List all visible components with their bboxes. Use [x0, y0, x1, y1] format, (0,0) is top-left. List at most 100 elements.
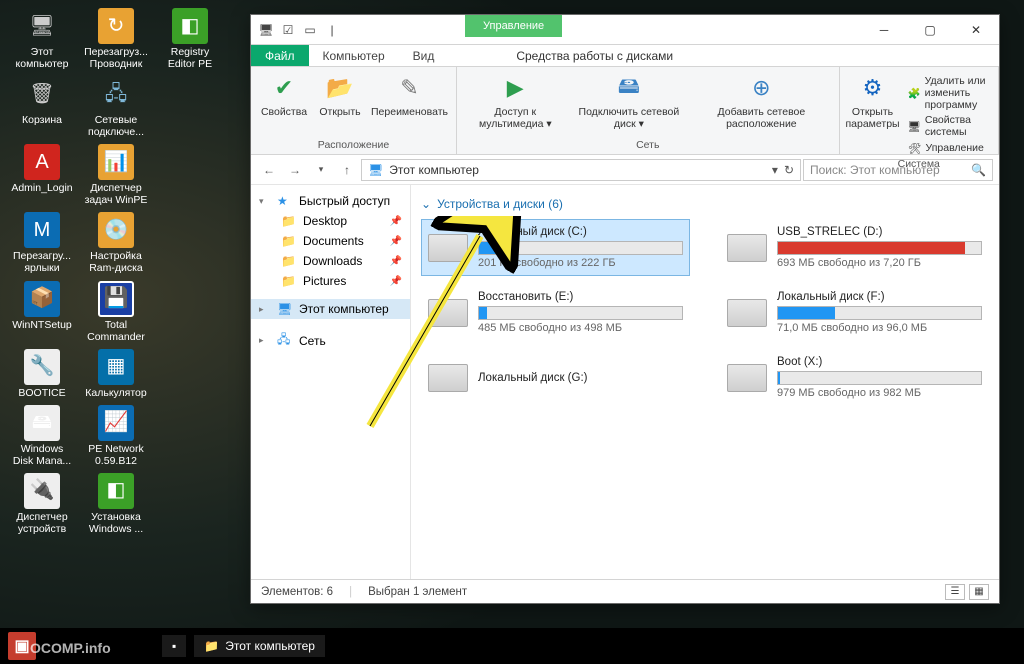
ribbon-map-drive[interactable]: 🖴Подключить сетевой диск ▾ [572, 71, 687, 137]
ribbon-sysprops[interactable]: 🖥Свойства системы [906, 113, 990, 139]
nav-quick-item[interactable]: 📁Documents📌 [251, 231, 410, 251]
nav-quick-item[interactable]: 📁Pictures📌 [251, 271, 410, 291]
pc-icon: 🖥 [368, 163, 383, 177]
section-header[interactable]: ⌄Устройства и диски (6) [421, 193, 989, 219]
drive-item[interactable]: Локальный диск (G:) [421, 349, 690, 406]
ribbon-manage[interactable]: 🛠Управление [906, 140, 990, 156]
item-label: Downloads [303, 254, 362, 268]
ribbon-properties[interactable]: ✔Свойства [259, 71, 309, 137]
drive-free: 201 ГБ свободно из 222 ГБ [478, 257, 683, 269]
folder-icon[interactable]: ▭ [301, 21, 319, 39]
chevron-down-icon[interactable]: ▾ [772, 163, 778, 177]
props-icon[interactable]: ☑ [279, 21, 297, 39]
refresh-icon[interactable]: ↻ [784, 163, 794, 177]
app-icon: 📦 [24, 281, 60, 317]
drive-item[interactable]: USB_STRELEC (D:)693 МБ свободно из 7,20 … [720, 219, 989, 276]
desktop-icon[interactable]: 💿Настройка Ram-диска [84, 212, 148, 274]
taskbar: ▣ OCOMP.info ▪ 📁Этот компьютер [0, 628, 1024, 664]
ribbon-settings[interactable]: ⚙Открыть параметры [848, 71, 898, 156]
app-icon: 📊 [98, 144, 134, 180]
icon-label: Этот компьютер [10, 46, 74, 70]
drive-item[interactable]: Восстановить (E:)485 МБ свободно из 498 … [421, 284, 690, 341]
nav-back[interactable]: ← [257, 158, 281, 182]
drive-free: 693 МБ свободно из 7,20 ГБ [777, 257, 982, 269]
desktop-icon[interactable]: 💾Total Commander [84, 281, 148, 343]
app-icon: 🖴 [24, 405, 60, 441]
item-label: Pictures [303, 274, 346, 288]
icon-label: Admin_Login [11, 182, 72, 194]
item-label: Documents [303, 234, 364, 248]
nav-quick-access[interactable]: ▾★Быстрый доступ [251, 191, 410, 211]
ribbon-rename[interactable]: ✎Переименовать [371, 71, 448, 137]
tab-view[interactable]: Вид [399, 45, 449, 66]
view-details[interactable]: ☰ [945, 584, 965, 600]
drive-item[interactable]: Boot (X:)979 МБ свободно из 982 МБ [720, 349, 989, 406]
desktop-icon[interactable]: 🔌Диспетчер устройств [10, 473, 74, 535]
ribbon: ✔Свойства 📂Открыть ✎Переименовать Распол… [251, 67, 999, 155]
search-box[interactable]: Поиск: Этот компьютер 🔍 [803, 159, 993, 181]
nav-pane: ▾★Быстрый доступ 📁Desktop📌📁Documents📌📁Do… [251, 185, 411, 579]
drive-item[interactable]: Локальный диск (F:)71,0 МБ свободно из 9… [720, 284, 989, 341]
desktop-icon[interactable]: ◧Установка Windows ... [84, 473, 148, 535]
desktop-icon[interactable]: 📈PE Network 0.59.B12 [84, 405, 148, 467]
path-box[interactable]: 🖥 Этот компьютер ▾ ↻ [361, 159, 801, 181]
tab-manage[interactable]: Управление [465, 15, 562, 37]
desktop-icon[interactable]: ↻Перезагруз... Проводник [84, 8, 148, 70]
drive-name: Локальный диск (G:) [478, 372, 683, 384]
desktop-icon[interactable]: 📊Диспетчер задач WinPE [84, 144, 148, 206]
item-label: Desktop [303, 214, 347, 228]
drive-icon [727, 234, 767, 262]
nav-network[interactable]: ▸🖧Сеть [251, 327, 410, 354]
nav-this-pc[interactable]: ▸🖥Этот компьютер [251, 299, 410, 319]
app-icon: ◧ [172, 8, 208, 44]
ribbon-media[interactable]: ▶Доступ к мультимедиа ▾ [465, 71, 566, 137]
desktop-icon[interactable]: 🖴Windows Disk Mana... [10, 405, 74, 467]
app-icon: 🔌 [24, 473, 60, 509]
qat-divider: | [323, 21, 341, 39]
desktop-icon[interactable]: 🔧BOOTICE [10, 349, 74, 399]
status-bar: Элементов: 6 | Выбран 1 элемент ☰ ▦ [251, 579, 999, 603]
drive-icon [727, 364, 767, 392]
ribbon-open[interactable]: 📂Открыть [315, 71, 365, 137]
start-button[interactable]: ▣ [8, 632, 36, 660]
taskbar-explorer[interactable]: 📁Этот компьютер [194, 635, 325, 657]
desktop-icon[interactable]: MПерезагру... ярлыки [10, 212, 74, 274]
desktop-icon[interactable]: 🖧Сетевые подключе... [84, 76, 148, 138]
nav-quick-item[interactable]: 📁Desktop📌 [251, 211, 410, 231]
desktop-icons: 🖥Этот компьютер↻Перезагруз... Проводник◧… [10, 8, 222, 535]
desktop-icon[interactable]: ▦Калькулятор [84, 349, 148, 399]
icon-label: Перезагру... ярлыки [10, 250, 74, 274]
drive-icon [428, 234, 468, 262]
taskbar-cmd[interactable]: ▪ [162, 635, 186, 657]
desktop-icon[interactable]: ◧Registry Editor PE [158, 8, 222, 70]
nav-forward[interactable]: → [283, 158, 307, 182]
folder-icon: 📁 [281, 234, 297, 248]
nav-quick-item[interactable]: 📁Downloads📌 [251, 251, 410, 271]
desktop-icon[interactable]: A Admin_Login [10, 144, 74, 206]
minimize-button[interactable]: ─ [861, 15, 907, 45]
tab-computer[interactable]: Компьютер [309, 45, 399, 66]
icon-label: Сетевые подключе... [84, 114, 148, 138]
desktop-icon[interactable]: 🖥Этот компьютер [10, 8, 74, 70]
desktop-icon[interactable]: 📦WinNTSetup [10, 281, 74, 343]
ribbon-add-network[interactable]: ⊕Добавить сетевое расположение [692, 71, 830, 137]
search-icon: 🔍 [971, 163, 986, 177]
maximize-button[interactable]: ▢ [907, 15, 953, 45]
drive-name: Локальный диск (C:) [478, 226, 683, 238]
icon-label: Настройка Ram-диска [84, 250, 148, 274]
content-pane: ⌄Устройства и диски (6) Локальный диск (… [411, 185, 999, 579]
status-selection: Выбран 1 элемент [368, 586, 467, 598]
drive-item[interactable]: Локальный диск (C:) 201 ГБ свободно из 22… [421, 219, 690, 276]
nav-recent[interactable]: ▾ [309, 158, 333, 182]
app-icon: ↻ [98, 8, 134, 44]
app-icon: M [24, 212, 60, 248]
close-button[interactable]: ✕ [953, 15, 999, 45]
tab-drive-tools[interactable]: Средства работы с дисками [502, 45, 687, 66]
desktop-icon[interactable]: 🗑Корзина [10, 76, 74, 138]
drive-name: Локальный диск (F:) [777, 291, 982, 303]
ribbon-uninstall[interactable]: 🧩Удалить или изменить программу [906, 74, 990, 112]
view-tiles[interactable]: ▦ [969, 584, 989, 600]
app-icon: A [24, 144, 60, 180]
tab-file[interactable]: Файл [251, 45, 309, 66]
nav-up[interactable]: ↑ [335, 158, 359, 182]
